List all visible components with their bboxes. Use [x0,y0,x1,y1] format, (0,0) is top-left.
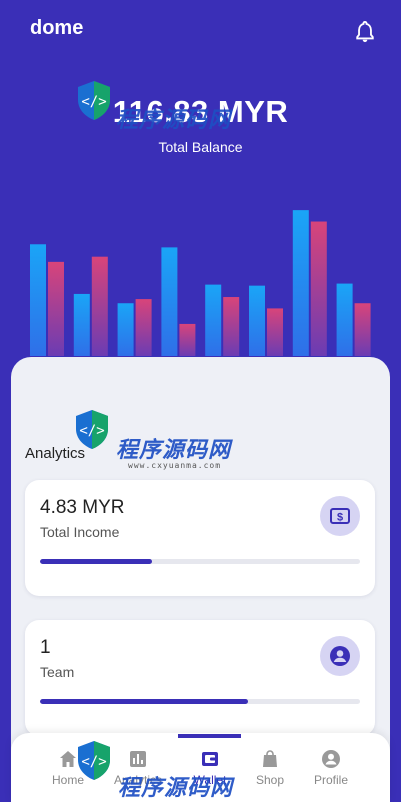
team-label: Team [40,664,75,680]
watermark-logo-icon: </> [78,81,110,120]
watermark-text: 程序源码网 [116,437,232,462]
analytics-icon [130,751,146,767]
bar-series-b [91,256,108,356]
bar-series-b [48,261,64,356]
active-tab-indicator [178,734,241,738]
nav-item-label: Profile [313,773,348,787]
income-card[interactable]: 4.83 MYR Total Income $ [25,480,375,596]
watermark-logo-icon: </> [78,741,110,780]
bar-series-b [135,299,152,356]
income-label: Total Income [40,524,120,540]
bar-series-b [267,308,283,356]
shop-bag-icon [263,750,277,767]
bar-series-a [30,244,46,356]
bar-series-a [292,210,309,356]
app-brand: dome [30,17,84,39]
bar-series-a [336,283,353,356]
bell-icon[interactable] [354,20,376,44]
svg-text:$: $ [337,512,343,524]
wallet-icon [202,752,218,766]
bar-series-b [310,221,327,356]
team-progress-fill [40,699,248,704]
bar-series-a [117,303,134,356]
bar-series-b [354,303,371,356]
bar-series-a [161,247,178,356]
income-value: 4.83 MYR [40,497,125,518]
svg-text:</>: </> [81,94,106,110]
person-icon [320,636,360,676]
svg-text:</>: </> [79,423,104,439]
nav-item-label: Shop [255,773,285,787]
watermark-text: 程序源码网 [116,107,232,132]
watermark-text: 程序源码网 [118,775,234,800]
team-card[interactable]: 1 Team [25,620,375,736]
watermark-logo-icon: </> [76,410,108,449]
balance-bar-chart [30,210,371,356]
nav-item-profile[interactable]: Profile [301,749,361,787]
profile-icon [322,750,340,768]
bar-series-b [179,323,196,356]
watermark-url: www.cxyuanma.com [128,461,222,470]
team-progress-track [40,699,360,704]
income-progress-fill [40,559,152,564]
dollar-bill-icon: $ [320,496,360,536]
bar-series-a [205,284,222,356]
svg-text:</>: </> [81,754,106,770]
bar-series-a [73,293,90,356]
bar-series-a [249,285,265,356]
income-progress-track [40,559,360,564]
bar-series-b [223,297,240,356]
nav-item-shop[interactable]: Shop [240,749,300,787]
total-balance-label: Total Balance [158,139,243,155]
team-value: 1 [40,637,51,658]
